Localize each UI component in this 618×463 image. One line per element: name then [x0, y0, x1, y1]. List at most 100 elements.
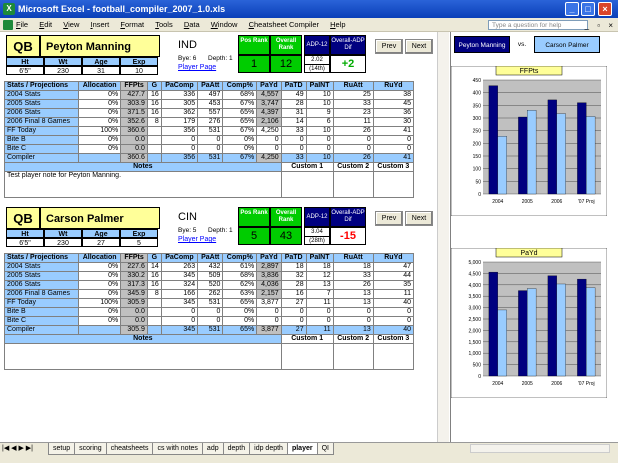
table-cell[interactable]: 356 [160, 153, 199, 163]
table-cell[interactable] [146, 307, 162, 317]
table-cell[interactable]: 2,157 [256, 289, 282, 299]
table-cell[interactable]: 262 [197, 289, 224, 299]
table-cell[interactable]: 345 [160, 325, 199, 335]
table-cell[interactable]: 11 [305, 298, 334, 308]
tab-setup[interactable]: setup [48, 443, 76, 455]
table-cell[interactable]: 38 [372, 90, 415, 100]
custom2-cell[interactable] [332, 171, 374, 198]
custom3-cell[interactable] [372, 171, 415, 198]
custom3-cell[interactable] [372, 343, 415, 370]
table-cell[interactable]: 18 [332, 262, 374, 272]
table-cell[interactable]: 0% [222, 135, 258, 145]
table-cell[interactable]: 0% [78, 262, 122, 272]
table-cell[interactable]: 65% [222, 117, 258, 127]
compare-player1-box[interactable]: Peyton Manning [454, 36, 510, 53]
table-cell[interactable]: 303.9 [120, 99, 148, 109]
menu-file[interactable]: File [16, 18, 28, 32]
table-cell[interactable]: 453 [197, 99, 224, 109]
table-cell[interactable]: 67% [222, 126, 258, 136]
player-note[interactable]: Test player note for Peyton Manning. [4, 171, 282, 198]
table-cell[interactable]: 2005 Stats [3, 271, 80, 281]
table-cell[interactable]: 509 [197, 271, 224, 281]
table-cell[interactable]: 32 [280, 271, 307, 281]
maximize-button[interactable]: □ [581, 2, 595, 16]
menu-edit[interactable]: Edit [39, 18, 52, 32]
table-cell[interactable]: 63% [222, 289, 258, 299]
table-cell[interactable]: 360.6 [120, 126, 148, 136]
table-cell[interactable]: 0 [280, 135, 307, 145]
table-cell[interactable]: FF Today [3, 298, 80, 308]
table-cell[interactable] [146, 135, 162, 145]
table-cell[interactable]: 0 [160, 135, 199, 145]
table-cell[interactable]: 0% [78, 117, 122, 127]
table-cell[interactable]: Bite C [3, 144, 80, 154]
table-cell[interactable]: 65% [222, 325, 258, 335]
table-cell[interactable]: FF Today [3, 126, 80, 136]
table-cell[interactable]: 10 [305, 99, 334, 109]
table-cell[interactable]: 3,877 [256, 298, 282, 308]
table-cell[interactable]: 62% [222, 280, 258, 290]
table-cell[interactable]: 0 [197, 307, 224, 317]
table-cell[interactable]: 0 [197, 316, 224, 326]
table-cell[interactable]: 16 [146, 90, 162, 100]
table-cell[interactable]: 0 [280, 307, 307, 317]
table-cell[interactable]: 10 [305, 90, 334, 100]
table-cell[interactable]: 0 [160, 307, 199, 317]
table-cell[interactable]: 4,250 [256, 126, 282, 136]
table-cell[interactable]: 25 [332, 90, 374, 100]
table-cell[interactable]: 45 [372, 99, 415, 109]
table-cell[interactable]: 65% [222, 108, 258, 118]
table-cell[interactable]: 0 [197, 144, 224, 154]
table-cell[interactable]: 305.9 [120, 325, 148, 335]
table-cell[interactable]: 427.7 [120, 90, 148, 100]
table-cell[interactable]: 7 [305, 289, 334, 299]
table-cell[interactable]: 68% [222, 271, 258, 281]
table-cell[interactable]: 18 [280, 262, 307, 272]
table-cell[interactable]: 0 [256, 316, 282, 326]
table-cell[interactable]: 531 [197, 325, 224, 335]
table-cell[interactable]: 0 [280, 144, 307, 154]
table-cell[interactable]: Bite B [3, 307, 80, 317]
table-cell[interactable]: 305 [160, 99, 199, 109]
table-cell[interactable]: 0 [256, 307, 282, 317]
table-cell[interactable]: 23 [332, 108, 374, 118]
table-cell[interactable]: 0 [280, 316, 307, 326]
table-cell[interactable]: 6 [305, 117, 334, 127]
table-cell[interactable]: 0 [305, 316, 334, 326]
table-cell[interactable]: 0 [332, 135, 374, 145]
table-cell[interactable]: 49 [280, 90, 307, 100]
table-cell[interactable]: 0% [78, 108, 122, 118]
table-cell[interactable]: 0% [78, 280, 122, 290]
table-cell[interactable]: 33 [280, 153, 307, 163]
table-cell[interactable]: 11 [372, 289, 415, 299]
table-cell[interactable]: 14 [280, 117, 307, 127]
table-cell[interactable]: 432 [197, 262, 224, 272]
table-cell[interactable]: 0% [78, 307, 122, 317]
table-cell[interactable]: 16 [146, 271, 162, 281]
table-cell[interactable]: 16 [146, 108, 162, 118]
table-cell[interactable]: 2004 Stats [3, 90, 80, 100]
table-cell[interactable]: 11 [305, 325, 334, 335]
table-cell[interactable]: 263 [160, 262, 199, 272]
table-cell[interactable]: 0.0 [120, 307, 148, 317]
table-cell[interactable]: 40 [372, 325, 415, 335]
table-cell[interactable]: 36 [372, 108, 415, 118]
table-cell[interactable]: 166 [160, 289, 199, 299]
table-cell[interactable] [146, 126, 162, 136]
minimize-button[interactable]: _ [565, 2, 579, 16]
table-cell[interactable]: 0.0 [120, 135, 148, 145]
table-cell[interactable]: 557 [197, 108, 224, 118]
table-cell[interactable]: 27 [280, 298, 307, 308]
table-cell[interactable]: 330.2 [120, 271, 148, 281]
table-cell[interactable]: 531 [197, 153, 224, 163]
table-cell[interactable]: 16 [280, 289, 307, 299]
table-cell[interactable]: 41 [372, 126, 415, 136]
table-cell[interactable]: 345 [160, 271, 199, 281]
table-cell[interactable]: 0 [372, 144, 415, 154]
table-cell[interactable]: 3,877 [256, 325, 282, 335]
table-cell[interactable]: 0 [305, 135, 334, 145]
table-cell[interactable]: 0% [78, 271, 122, 281]
table-cell[interactable]: 44 [372, 271, 415, 281]
table-cell[interactable] [146, 144, 162, 154]
tab-adp[interactable]: adp [201, 443, 224, 455]
